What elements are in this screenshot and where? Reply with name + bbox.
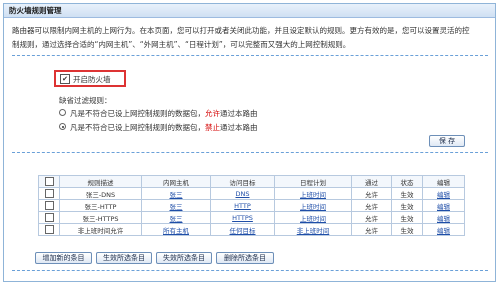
row-checkbox[interactable]	[44, 225, 54, 234]
header-target: 访问目标	[210, 175, 275, 188]
deny-option-action: 禁止	[205, 123, 220, 132]
delete-selected-button[interactable]: 删除所选条目	[216, 252, 274, 264]
allow-option-action: 允许	[205, 109, 220, 118]
header-edit: 编辑	[422, 175, 465, 188]
panel-title: 防火墙规则管理	[4, 4, 495, 18]
description: 路由器可以限制内网主机的上网行为。在本页面，您可以打开或者关闭此功能，并且设定默…	[12, 24, 484, 52]
description-line-2: 制规则，通过选择合适的“内网主机”、“外网主机”、“日程计划”，可以完整而又强大…	[12, 40, 351, 49]
save-button[interactable]: 保 存	[429, 135, 465, 147]
edit-link[interactable]: 编辑	[437, 191, 450, 199]
deny-option-suffix: 通过本路由	[220, 123, 258, 132]
rule-pass: 允许	[351, 211, 392, 224]
rule-desc: 非上班时间允许	[59, 223, 142, 236]
header-select	[38, 175, 60, 188]
header-status: 状态	[391, 175, 423, 188]
rule-desc: 张三-HTTPS	[59, 211, 142, 224]
row-checkbox[interactable]	[44, 201, 54, 210]
table-header-row: 规则描述 内网主机 访问目标 日程计划 通过 状态 编辑	[38, 175, 465, 188]
edit-link[interactable]: 编辑	[437, 215, 450, 223]
description-line-1: 路由器可以限制内网主机的上网行为。在本页面，您可以打开或者关闭此功能，并且设定默…	[12, 26, 470, 35]
schedule-link[interactable]: 上班时间	[300, 191, 326, 199]
allow-option-text: 凡是不符合已设上网控制规则的数据包，允许通过本路由	[70, 108, 258, 119]
table-row: 张三-HTTPS 张三 HTTPS 上班时间 允许 生效 编辑	[38, 211, 465, 224]
table-row: 非上班时间允许 所有主机 任何目标 非上班时间 允许 生效 编辑	[38, 223, 465, 236]
disable-selected-button[interactable]: 失效所选条目	[156, 252, 212, 264]
host-link[interactable]: 张三	[170, 203, 183, 211]
rule-status: 生效	[391, 211, 423, 224]
rule-pass: 允许	[351, 187, 392, 200]
deny-option-text: 凡是不符合已设上网控制规则的数据包，禁止通过本路由	[70, 122, 258, 133]
rule-pass: 允许	[351, 199, 392, 212]
add-entry-button[interactable]: 增加新的条目	[35, 252, 92, 264]
target-link[interactable]: 任何目标	[230, 227, 256, 235]
enable-selected-button[interactable]: 生效所选条目	[96, 252, 152, 264]
schedule-link[interactable]: 上班时间	[300, 203, 326, 211]
target-link[interactable]: HTTP	[234, 202, 251, 210]
enable-firewall-highlight: ✔ 开启防火墙	[54, 70, 126, 87]
enable-firewall-checkbox[interactable]: ✔	[60, 74, 70, 84]
header-host: 内网主机	[141, 175, 211, 188]
deny-option-prefix: 凡是不符合已设上网控制规则的数据包，	[70, 123, 205, 132]
divider-mid	[12, 152, 488, 153]
table-row: 张三-DNS 张三 DNS 上班时间 允许 生效 编辑	[38, 187, 465, 200]
target-link[interactable]: HTTPS	[232, 214, 253, 222]
rule-pass: 允许	[351, 223, 392, 236]
edit-link[interactable]: 编辑	[437, 203, 450, 211]
target-link[interactable]: DNS	[236, 190, 250, 198]
rule-status: 生效	[391, 187, 423, 200]
default-rule-label: 缺省过滤规则：	[59, 96, 112, 105]
allow-radio[interactable]	[59, 109, 66, 116]
firewall-panel: 防火墙规则管理 路由器可以限制内网主机的上网行为。在本页面，您可以打开或者关闭此…	[3, 3, 496, 282]
schedule-link[interactable]: 上班时间	[300, 215, 326, 223]
enable-firewall-label: 开启防火墙	[73, 75, 111, 84]
rule-desc: 张三-HTTP	[59, 199, 142, 212]
header-pass: 通过	[351, 175, 392, 188]
row-checkbox[interactable]	[44, 213, 54, 222]
rule-status: 生效	[391, 223, 423, 236]
allow-option-prefix: 凡是不符合已设上网控制规则的数据包，	[70, 109, 205, 118]
deny-radio[interactable]	[59, 123, 66, 130]
table-row: 张三-HTTP 张三 HTTP 上班时间 允许 生效 编辑	[38, 199, 465, 212]
row-checkbox[interactable]	[44, 189, 54, 198]
edit-link[interactable]: 编辑	[437, 227, 450, 235]
header-schedule: 日程计划	[274, 175, 352, 188]
divider-top	[12, 55, 488, 56]
host-link[interactable]: 张三	[170, 215, 183, 223]
allow-option-suffix: 通过本路由	[220, 109, 258, 118]
host-link[interactable]: 张三	[170, 191, 183, 199]
rule-desc: 张三-DNS	[59, 187, 142, 200]
rules-table: 规则描述 内网主机 访问目标 日程计划 通过 状态 编辑 张三-DNS 张三 D…	[38, 175, 465, 236]
schedule-link[interactable]: 非上班时间	[297, 227, 330, 235]
header-desc: 规则描述	[59, 175, 142, 188]
rule-status: 生效	[391, 199, 423, 212]
host-link[interactable]: 所有主机	[163, 227, 189, 235]
divider-bottom	[12, 270, 488, 271]
select-all-checkbox[interactable]	[44, 177, 54, 186]
